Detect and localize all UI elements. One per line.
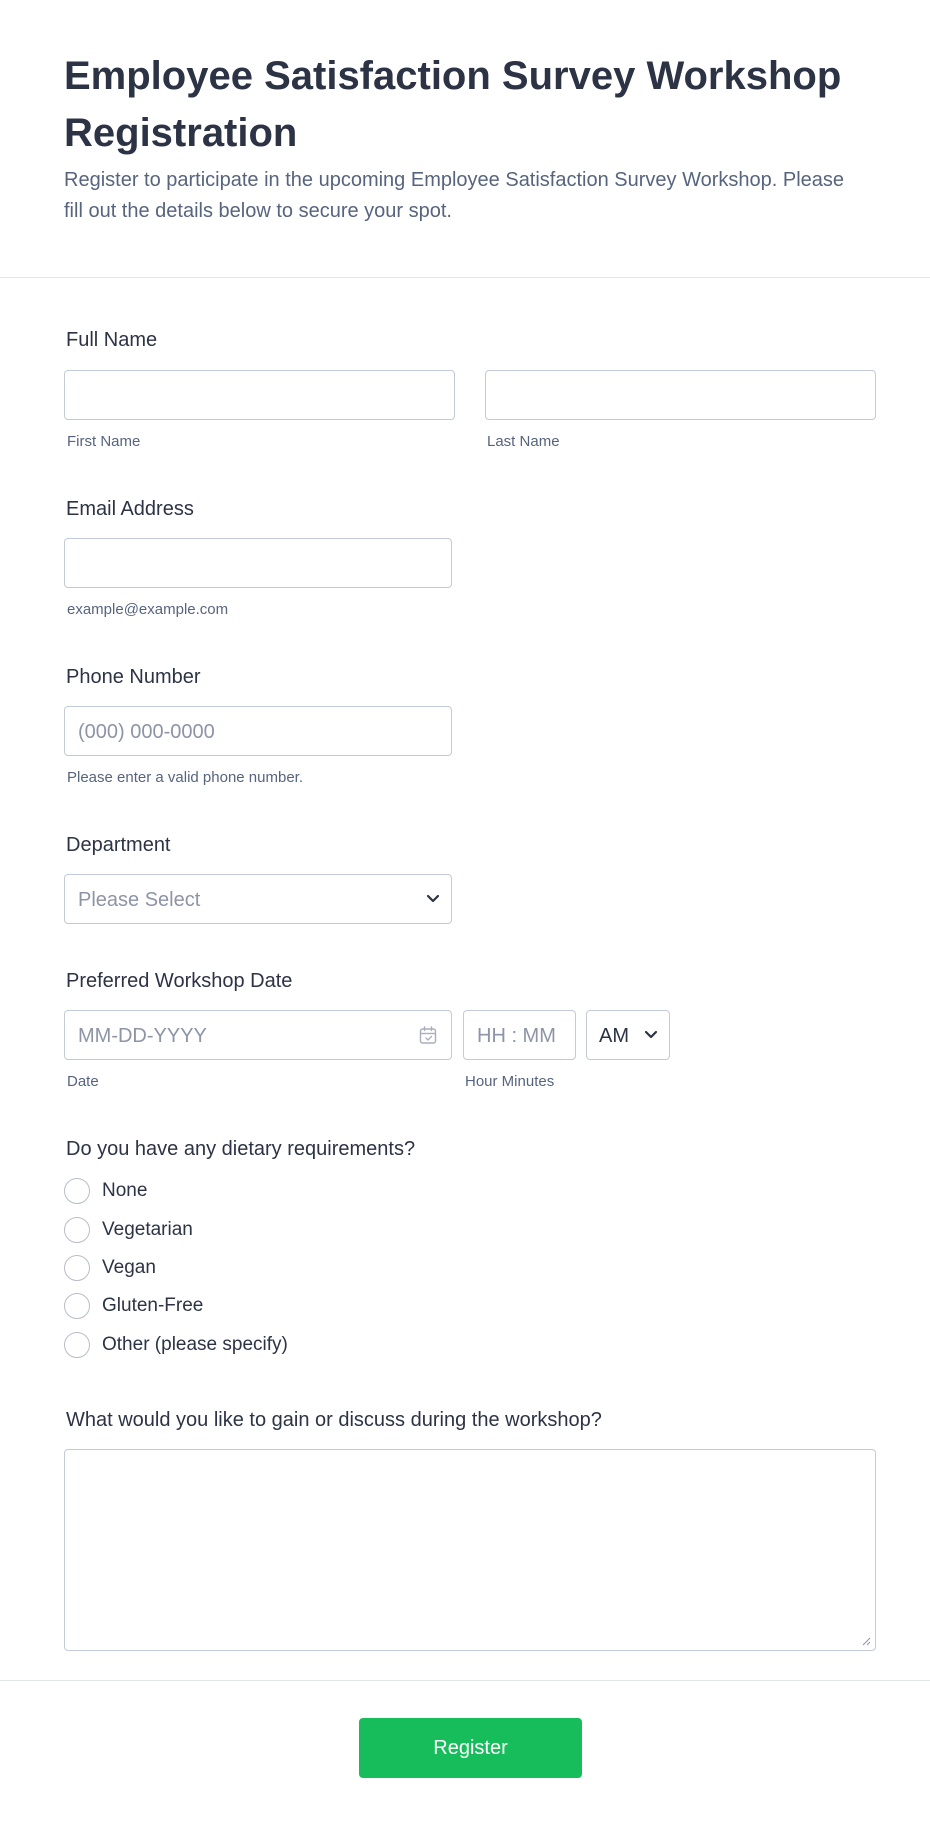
chevron-down-icon <box>644 1030 658 1039</box>
radio-button[interactable] <box>64 1293 90 1319</box>
workshop-date-label: Preferred Workshop Date <box>66 970 293 992</box>
page-title: Employee Satisfaction Survey Workshop Re… <box>64 54 842 155</box>
time-placeholder: HH : MM <box>477 1025 556 1047</box>
phone-sublabel: Please enter a valid phone number. <box>67 769 303 786</box>
goals-label: What would you like to gain or discuss d… <box>66 1409 602 1431</box>
radio-label: Vegan <box>102 1257 156 1278</box>
radio-label: None <box>102 1180 148 1201</box>
radio-button[interactable] <box>64 1178 90 1204</box>
dietary-label: Do you have any dietary requirements? <box>66 1138 416 1160</box>
email-label: Email Address <box>66 498 194 520</box>
department-label: Department <box>66 834 171 856</box>
radio-label: Gluten-Free <box>102 1295 204 1316</box>
radio-button[interactable] <box>64 1255 90 1281</box>
last-name-sublabel: Last Name <box>487 433 560 450</box>
page-subtitle: Register to participate in the upcoming … <box>64 169 845 222</box>
date-input[interactable]: MM-DD-YYYY <box>64 1010 452 1060</box>
resize-handle-icon[interactable] <box>861 1636 871 1646</box>
email-field[interactable] <box>64 538 452 588</box>
last-name-input[interactable] <box>485 370 876 420</box>
department-selected-value: Please Select <box>78 889 201 911</box>
date-sublabel: Date <box>67 1073 99 1090</box>
full-name-label: Full Name <box>66 329 158 351</box>
goals-textarea[interactable] <box>64 1449 876 1651</box>
phone-placeholder: (000) 000-0000 <box>78 721 215 743</box>
form-header: Employee Satisfaction Survey Workshop Re… <box>0 0 930 278</box>
phone-input[interactable]: (000) 000-0000 <box>64 706 452 756</box>
radio-label: Vegetarian <box>102 1219 193 1240</box>
radio-label: Other (please specify) <box>102 1334 288 1355</box>
radio-button[interactable] <box>64 1217 90 1243</box>
time-input[interactable]: HH : MM <box>463 1010 576 1060</box>
first-name-input[interactable] <box>64 370 455 420</box>
ampm-value: AM <box>599 1025 629 1047</box>
phone-label: Phone Number <box>66 666 201 688</box>
calendar-icon[interactable] <box>419 1026 437 1045</box>
ampm-select[interactable]: AM <box>586 1010 670 1060</box>
time-sublabel: Hour Minutes <box>465 1073 555 1090</box>
email-sublabel: example@example.com <box>67 601 229 618</box>
register-button[interactable]: Register <box>359 1718 582 1778</box>
footer-divider <box>0 1680 930 1681</box>
first-name-sublabel: First Name <box>67 433 141 450</box>
date-placeholder: MM-DD-YYYY <box>78 1025 207 1047</box>
radio-button[interactable] <box>64 1332 90 1358</box>
chevron-down-icon <box>426 894 440 903</box>
department-select[interactable]: Please Select <box>64 874 452 924</box>
